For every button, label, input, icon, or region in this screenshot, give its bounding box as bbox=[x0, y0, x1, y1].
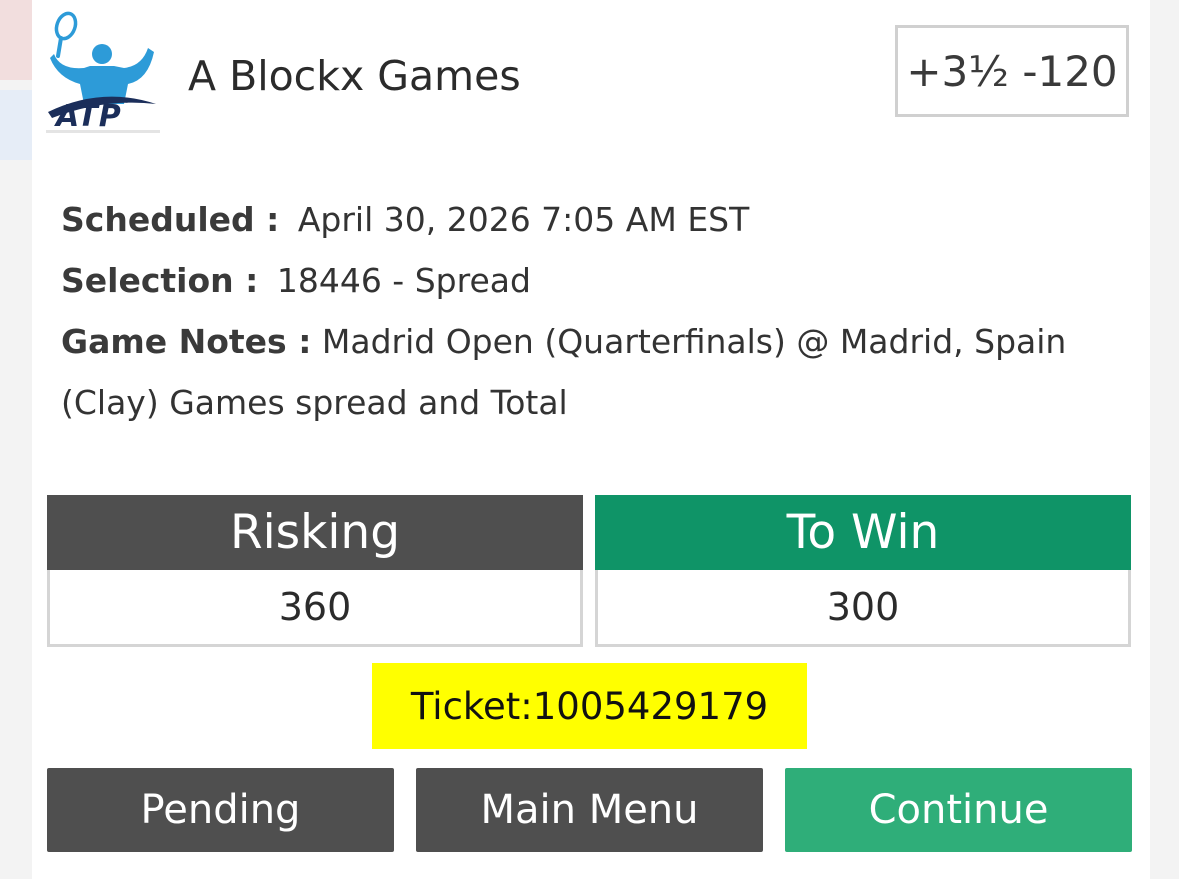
main-menu-button[interactable]: Main Menu bbox=[416, 768, 763, 852]
to-win-panel: To Win 300 bbox=[595, 495, 1131, 647]
risking-amount: 360 bbox=[47, 570, 583, 647]
event-title: A Blockx Games bbox=[188, 52, 521, 100]
logo-text: ATP bbox=[56, 99, 122, 134]
atp-logo: ATP bbox=[44, 8, 162, 136]
game-notes-label: Game Notes : bbox=[61, 322, 312, 361]
game-notes-continuation: (Clay) Games spread and Total bbox=[61, 383, 568, 422]
scheduled-label: Scheduled : bbox=[61, 200, 280, 239]
to-win-amount: 300 bbox=[595, 570, 1131, 647]
pending-button[interactable]: Pending bbox=[47, 768, 394, 852]
ticket-number: Ticket:1005429179 bbox=[372, 663, 807, 749]
odds-display: +3½ -120 bbox=[895, 25, 1129, 117]
background-fragment bbox=[0, 90, 34, 160]
scheduled-value: April 30, 2026 7:05 AM EST bbox=[297, 200, 750, 239]
selection-value: 18446 - Spread bbox=[276, 261, 531, 300]
selection-row: Selection : 18446 - Spread bbox=[61, 261, 531, 300]
risking-panel: Risking 360 bbox=[47, 495, 583, 647]
selection-label: Selection : bbox=[61, 261, 259, 300]
scheduled-row: Scheduled : April 30, 2026 7:05 AM EST bbox=[61, 200, 749, 239]
risking-header: Risking bbox=[47, 495, 583, 570]
game-notes-row: Game Notes : Madrid Open (Quarterfinals)… bbox=[61, 322, 1066, 361]
continue-button[interactable]: Continue bbox=[785, 768, 1132, 852]
to-win-header: To Win bbox=[595, 495, 1131, 570]
background-fragment bbox=[0, 0, 34, 80]
game-notes-value: Madrid Open (Quarterfinals) @ Madrid, Sp… bbox=[321, 322, 1067, 361]
